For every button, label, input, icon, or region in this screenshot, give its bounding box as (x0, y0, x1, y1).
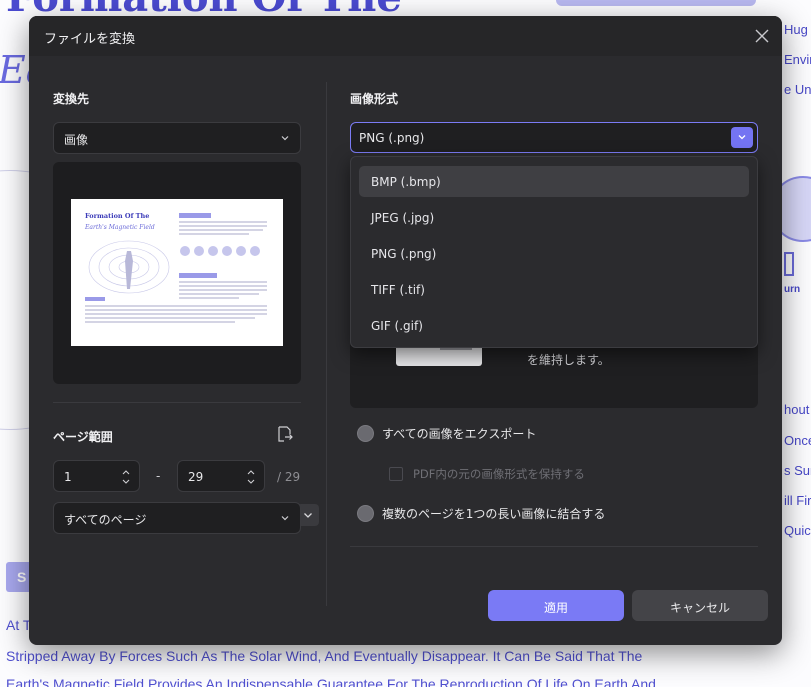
background-right-text: ill Fir (784, 493, 811, 508)
merge-pages-label: 複数のページを1つの長い画像に結合する (382, 507, 606, 521)
background-right-text: Once (784, 433, 811, 448)
image-format-value: PNG (.png) (359, 131, 425, 145)
background-top-button (556, 0, 756, 6)
stepper-arrows-icon[interactable] (246, 467, 256, 487)
page-to-value: 29 (188, 470, 204, 484)
convert-to-value: 画像 (64, 133, 89, 147)
chevron-down-icon (281, 136, 289, 141)
background-right-text: Hug (784, 22, 808, 37)
range-separator: - (156, 469, 161, 483)
thumbnail-content: Formation Of The Earth's Magnetic Field (84, 212, 267, 323)
chevron-down-icon (281, 516, 289, 521)
keep-original-format-option[interactable]: PDF内の元の画像形式を保持する (389, 466, 585, 482)
thumbnail-subtitle: Earth's Magnetic Field (84, 224, 155, 231)
page-total: / 29 (277, 470, 301, 484)
page-range-value: すべてのページ (64, 513, 147, 527)
format-option-tiff[interactable]: TIFF (.tif) (359, 274, 749, 305)
convert-to-select[interactable]: 画像 (53, 122, 301, 154)
background-right-text: e Uni (784, 82, 811, 97)
close-icon[interactable] (752, 26, 772, 46)
page-range-select[interactable]: すべてのページ (53, 502, 301, 534)
dialog-title: ファイルを変換 (44, 32, 136, 47)
image-format-select[interactable]: PNG (.png) (350, 122, 758, 153)
column-divider (326, 82, 327, 606)
chevron-down-icon (738, 135, 746, 140)
apply-button[interactable]: 適用 (488, 590, 624, 621)
right-divider (350, 546, 758, 547)
format-dropdown-toggle[interactable] (731, 127, 753, 148)
dialog-header: ファイルを変換 (29, 16, 782, 56)
image-format-label: 画像形式 (350, 92, 399, 106)
radio-button[interactable] (357, 425, 374, 442)
thumbnail-title: Formation Of The (85, 212, 149, 220)
checkbox[interactable] (389, 466, 403, 481)
background-text-line: At T (6, 617, 32, 633)
background-right-text: s Surf (784, 463, 811, 478)
radio-button[interactable] (357, 505, 374, 522)
page-range-icon[interactable] (275, 424, 295, 444)
page-preview-area: Formation Of The Earth's Magnetic Field (53, 162, 319, 526)
merge-pages-option[interactable]: 複数のページを1つの長い画像に結合する (357, 505, 605, 523)
background-right-text: hout C (784, 402, 811, 417)
background-rect-mark (784, 252, 794, 276)
background-text-line: Stripped Away By Forces Such As The Sola… (6, 648, 643, 664)
stepper-arrows-icon[interactable] (121, 467, 131, 487)
export-all-images-label: すべての画像をエクスポート (382, 427, 537, 441)
page-from-input[interactable]: 1 (53, 460, 140, 492)
left-divider (53, 402, 301, 403)
format-option-png[interactable]: PNG (.png) (359, 238, 749, 269)
page-thumbnail: Formation Of The Earth's Magnetic Field (71, 199, 283, 346)
background-text-line: Earth's Magnetic Field Provides An Indis… (6, 676, 656, 687)
page-range-label: ページ範囲 (53, 430, 113, 444)
convert-file-dialog: ファイルを変換 変換先 画像 Formation Of The Earth's … (29, 16, 782, 645)
background-burn-label: urn (784, 284, 801, 295)
format-option-bmp[interactable]: BMP (.bmp) (359, 166, 749, 197)
image-format-dropdown: BMP (.bmp) JPEG (.jpg) PNG (.png) TIFF (… (350, 156, 758, 348)
convert-to-label: 変換先 (53, 92, 90, 106)
background-right-text: Quick (784, 523, 811, 538)
page-from-value: 1 (64, 470, 72, 484)
format-option-jpeg[interactable]: JPEG (.jpg) (359, 202, 749, 233)
format-info-text: を維持します。 (527, 353, 610, 367)
page-to-input[interactable]: 29 (177, 460, 265, 492)
keep-original-format-label: PDF内の元の画像形式を保持する (413, 467, 585, 481)
background-right-text: Envir (784, 52, 811, 67)
export-all-images-option[interactable]: すべての画像をエクスポート (357, 425, 536, 443)
format-option-gif[interactable]: GIF (.gif) (359, 310, 749, 341)
cancel-button[interactable]: キャンセル (632, 590, 768, 621)
